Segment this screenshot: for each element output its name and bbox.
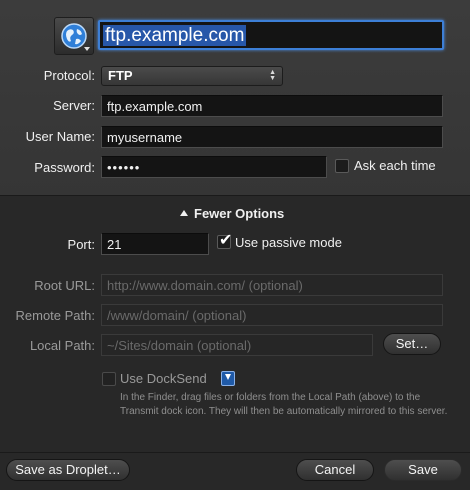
docksend-icon <box>221 371 235 386</box>
remote-path-placeholder: /www/domain/ (optional) <box>107 308 247 323</box>
passive-mode-checkbox[interactable] <box>217 230 232 250</box>
docksend-label: Use DockSend <box>120 371 207 386</box>
passive-mode-label: Use passive mode <box>235 235 342 250</box>
root-url-field[interactable]: http://www.domain.com/ (optional) <box>101 274 443 296</box>
protocol-label: Protocol: <box>43 68 95 83</box>
updown-arrows-icon: ▲ ▼ <box>269 69 276 82</box>
remote-path-field[interactable]: /www/domain/ (optional) <box>101 304 443 326</box>
set-local-path-button[interactable]: Set… <box>383 333 441 355</box>
globe-icon <box>61 23 87 49</box>
port-label: Port: <box>67 237 95 252</box>
local-path-field[interactable]: ~/Sites/domain (optional) <box>101 334 373 356</box>
protocol-select[interactable]: FTP ▲ ▼ <box>101 66 283 86</box>
footer-divider <box>0 452 470 453</box>
protocol-value: FTP <box>108 68 133 83</box>
local-path-placeholder: ~/Sites/domain (optional) <box>107 338 252 353</box>
ask-each-time-label: Ask each time <box>354 158 436 173</box>
local-path-label: Local Path: <box>29 338 95 353</box>
chevron-down-icon <box>84 47 90 51</box>
site-icon-popup[interactable] <box>54 17 94 55</box>
root-url-placeholder: http://www.domain.com/ (optional) <box>107 278 303 293</box>
root-url-label: Root URL: <box>34 278 95 293</box>
ask-each-time-checkbox[interactable] <box>335 159 349 173</box>
fewer-options-label: Fewer Options <box>194 206 285 221</box>
remote-path-label: Remote Path: <box>15 308 96 323</box>
docksend-checkbox[interactable] <box>102 372 116 386</box>
password-field[interactable]: •••••• <box>101 156 327 178</box>
server-label: Server: <box>53 98 95 113</box>
site-name-text: ftp.example.com <box>103 25 247 46</box>
server-field[interactable]: ftp.example.com <box>101 95 443 117</box>
cancel-button[interactable]: Cancel <box>296 459 374 481</box>
username-field[interactable]: myusername <box>101 126 443 148</box>
docksend-help-text: In the Finder, drag files or folders fro… <box>120 392 448 417</box>
port-field[interactable]: 21 <box>101 233 209 255</box>
site-name-field[interactable]: ftp.example.com <box>98 20 444 50</box>
save-button[interactable]: Save <box>384 459 462 481</box>
username-label: User Name: <box>25 129 95 144</box>
fewer-options-toggle[interactable]: Fewer Options <box>180 206 284 221</box>
disclosure-triangle-icon <box>180 210 188 216</box>
password-label: Password: <box>34 160 95 175</box>
save-as-droplet-button[interactable]: Save as Droplet… <box>6 459 130 481</box>
